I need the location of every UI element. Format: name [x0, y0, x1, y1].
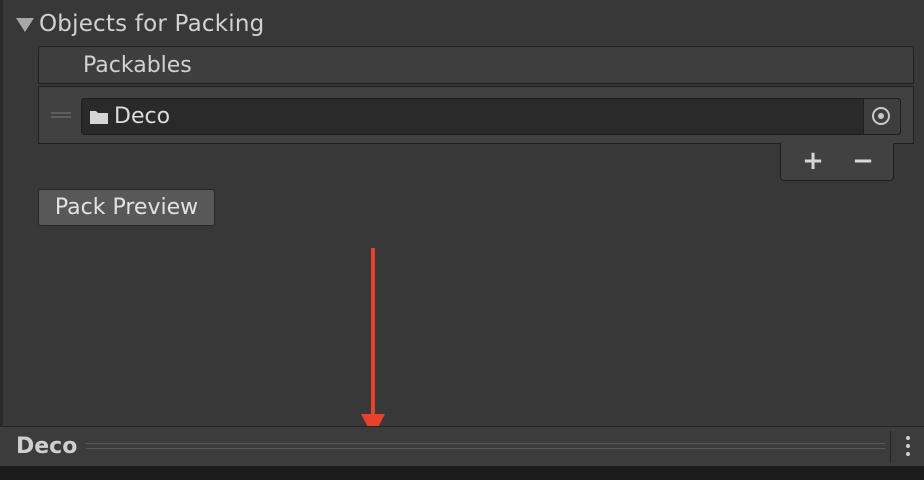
preview-title: Deco: [16, 434, 78, 459]
divider: [890, 431, 891, 463]
resize-splitter-handle[interactable]: [86, 443, 886, 449]
annotation-arrow: [361, 248, 385, 437]
status-strip: [0, 466, 924, 480]
more-options-icon[interactable]: [900, 433, 916, 461]
inspector-bottom-bar: Deco: [0, 426, 924, 466]
